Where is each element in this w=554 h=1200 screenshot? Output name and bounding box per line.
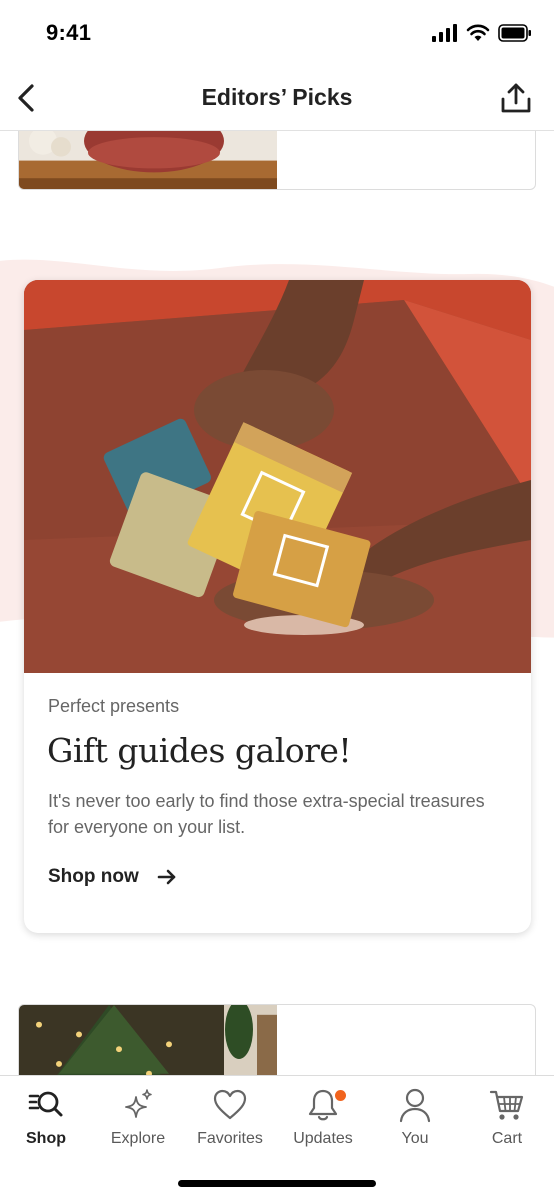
feature-card-image: [24, 280, 531, 673]
sparkle-icon: [125, 1089, 152, 1118]
share-button[interactable]: [496, 78, 536, 118]
status-time: 9:41: [46, 20, 92, 45]
tab-favorites-label: Favorites: [197, 1130, 263, 1147]
tab-favorites[interactable]: Favorites: [184, 1086, 276, 1148]
feature-eyebrow: Perfect presents: [48, 696, 180, 716]
heart-icon: [213, 1089, 247, 1120]
tab-explore[interactable]: Explore: [92, 1086, 184, 1148]
signal-icon: [432, 24, 457, 42]
share-icon: [501, 83, 531, 113]
nav-header: Editors’ Picks: [0, 68, 554, 131]
battery-icon: [498, 24, 531, 42]
shop-now-link[interactable]: Shop now: [48, 866, 177, 888]
arrow-right-icon: [157, 869, 176, 885]
tab-updates[interactable]: Updates: [277, 1086, 369, 1148]
tab-updates-label: Updates: [293, 1130, 353, 1147]
shop-now-label: Shop now: [48, 866, 139, 887]
page-title: Editors’ Picks: [201, 84, 353, 110]
wifi-icon: [466, 24, 490, 41]
tab-cart[interactable]: Cart: [461, 1086, 553, 1148]
status-bar: 9:41: [0, 0, 554, 68]
tab-you[interactable]: You: [369, 1086, 461, 1148]
previous-card[interactable]: [18, 131, 536, 190]
feature-description: It's never too early to find those extra…: [48, 791, 485, 837]
feature-title: Gift guides galore!: [47, 731, 352, 770]
tab-you-label: You: [401, 1130, 429, 1147]
notification-badge: [335, 1090, 346, 1101]
next-card-image: [19, 1005, 277, 1075]
tab-shop[interactable]: Shop: [0, 1086, 92, 1148]
tab-explore-label: Explore: [110, 1130, 166, 1147]
next-card[interactable]: [18, 1004, 536, 1075]
content-scroll[interactable]: Perfect presents Gift guides galore! It'…: [0, 131, 554, 1075]
shop-search-icon: [28, 1091, 63, 1117]
feature-card[interactable]: Perfect presents Gift guides galore! It'…: [24, 280, 531, 933]
status-icons: [432, 24, 532, 42]
home-indicator: [178, 1180, 376, 1187]
person-icon: [399, 1088, 431, 1123]
previous-card-image: [19, 131, 277, 189]
cart-icon: [489, 1090, 524, 1120]
tab-shop-label: Shop: [26, 1130, 66, 1147]
tab-cart-label: Cart: [491, 1130, 523, 1147]
